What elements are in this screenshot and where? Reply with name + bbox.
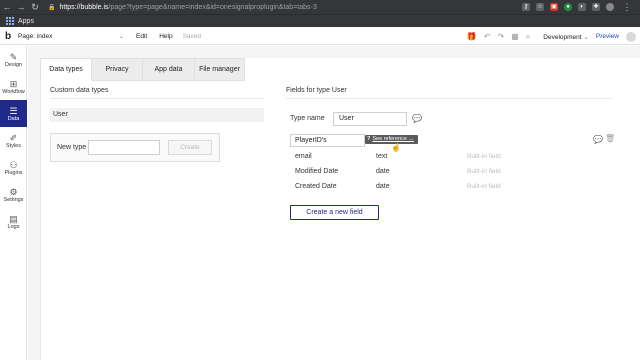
bubble-logo-icon[interactable]: b (0, 28, 16, 44)
divider (286, 98, 612, 99)
reload-icon[interactable]: ↻ (28, 0, 42, 14)
sidebar-item-label: Data (7, 115, 20, 122)
forward-icon[interactable]: → (14, 0, 28, 14)
key-icon[interactable]: ⚷ (522, 3, 530, 11)
field-type: date (376, 183, 390, 190)
sidebar-item-workflow[interactable]: ⊞ Workflow (0, 73, 27, 100)
comment-icon[interactable]: 💬 (412, 114, 422, 123)
url-host: https://bubble.is (59, 3, 109, 11)
extension-gray-icon[interactable]: ◐ (578, 3, 586, 11)
bookmarks-bar: Apps (0, 14, 640, 27)
new-field-input[interactable]: PlayerID's (290, 134, 365, 147)
trash-icon[interactable]: 🗑 (605, 134, 615, 143)
address-bar[interactable]: 🔒 https://bubble.is/page?type=page&name=… (48, 2, 522, 12)
chevron-down-icon: ⌄ (583, 33, 589, 41)
sidebar-item-label: Workflow (2, 88, 25, 95)
help-menu[interactable]: Help (159, 33, 172, 40)
url-path: /page?type=page&name=index&id=onesignalp… (108, 3, 317, 11)
question-icon: ? (367, 136, 371, 142)
tab-data-types[interactable]: Data types (40, 58, 92, 81)
profile-icon[interactable] (606, 3, 614, 11)
sidebar-item-styles[interactable]: ✐ Styles (0, 127, 27, 154)
undo-icon[interactable]: ↶ (484, 32, 491, 41)
gift-icon[interactable]: 🎁 (467, 32, 477, 41)
editor-header: b Page: index ⌄ Edit Help Saved 🎁 ↶ ↷ ▦ … (0, 28, 640, 45)
sidebar-item-label: Plugins (4, 169, 23, 176)
lock-icon: 🔒 (48, 4, 56, 11)
sidebar-item-design[interactable]: ✎ Design (0, 46, 27, 73)
field-note: Built-in field (467, 153, 501, 160)
document-icon: ▤ (9, 213, 18, 224)
field-note: Built-in field (467, 183, 501, 190)
page-dropdown-label: Page: index (18, 32, 53, 40)
gear-icon: ⚙ (9, 186, 18, 197)
edit-menu[interactable]: Edit (136, 33, 147, 40)
divider (50, 98, 264, 99)
preview-button[interactable]: Preview (596, 33, 619, 40)
saved-status: Saved (182, 32, 202, 40)
new-type-input[interactable] (88, 140, 160, 155)
see-reference-link[interactable]: See reference → (372, 136, 414, 142)
sidebar-item-settings[interactable]: ⚙ Settings (0, 181, 27, 208)
bookmark-apps[interactable]: Apps (18, 18, 34, 25)
data-tabs: Data types Privacy App data File manager (40, 58, 245, 81)
kebab-menu-icon[interactable]: ⋮ (620, 0, 634, 14)
field-name: Created Date (295, 183, 337, 190)
hand-cursor-icon: ☝ (391, 143, 401, 152)
data-type-row[interactable]: User (50, 108, 264, 122)
star-icon[interactable]: ☆ (536, 3, 544, 11)
plugin-icon: ⚇ (9, 159, 18, 170)
workflow-icon: ⊞ (9, 78, 18, 89)
search-icon[interactable]: ⌕ (526, 32, 530, 42)
sidebar-item-label: Styles (6, 142, 21, 149)
sidebar-item-label: Settings (3, 196, 24, 203)
create-field-button[interactable]: Create a new field (290, 205, 379, 220)
version-label: Development (543, 33, 582, 41)
sidebar-item-label: Logs (7, 223, 20, 230)
browser-toolbar: ← → ↻ 🔒 https://bubble.is/page?type=page… (0, 0, 640, 14)
page-dropdown[interactable]: Page: index ⌄ (18, 30, 124, 42)
field-note: Built-in field (467, 168, 501, 175)
comment-icon[interactable]: 💬 (593, 135, 603, 144)
grid-icon[interactable]: ▦ (511, 32, 519, 41)
sidebar-item-plugins[interactable]: ⚇ Plugins (0, 154, 27, 181)
redo-icon[interactable]: ↷ (498, 32, 505, 41)
field-name: email (295, 153, 312, 160)
type-name-label: Type name (290, 115, 325, 122)
type-name-input[interactable]: User (333, 112, 407, 126)
back-icon[interactable]: ← (0, 0, 14, 14)
tab-privacy[interactable]: Privacy (92, 58, 143, 81)
design-icon: ✎ (9, 51, 18, 62)
chevron-down-icon: ⌄ (118, 33, 124, 40)
version-dropdown[interactable]: Development ⌄ (543, 33, 589, 41)
custom-types-title: Custom data types (50, 87, 109, 94)
field-type: text (376, 153, 388, 160)
apps-grid-icon[interactable] (6, 17, 14, 25)
new-type-label: New type (57, 144, 87, 151)
field-name: Modified Date (295, 168, 339, 175)
avatar[interactable] (626, 31, 636, 42)
sidebar-item-logs[interactable]: ▤ Logs (0, 208, 27, 235)
fields-title: Fields for type User (286, 87, 347, 94)
tab-file-manager[interactable]: File manager (195, 58, 245, 81)
brush-icon: ✐ (9, 132, 18, 143)
sidebar-item-label: Design (4, 61, 23, 68)
tab-app-data[interactable]: App data (143, 58, 195, 81)
puzzle-icon[interactable]: ✚ (592, 3, 600, 11)
create-type-button[interactable]: Create (168, 140, 212, 155)
editor-sidebar: ✎ Design ⊞ Workflow ☰ Data ✐ Styles ⚇ Plugins… (0, 46, 27, 360)
extension-red-icon[interactable]: ▣ (550, 3, 558, 11)
database-icon: ☰ (9, 105, 18, 116)
extension-green-icon[interactable]: ● (564, 3, 572, 11)
sidebar-item-data[interactable]: ☰ Data (0, 100, 27, 127)
field-type: date (376, 168, 390, 175)
